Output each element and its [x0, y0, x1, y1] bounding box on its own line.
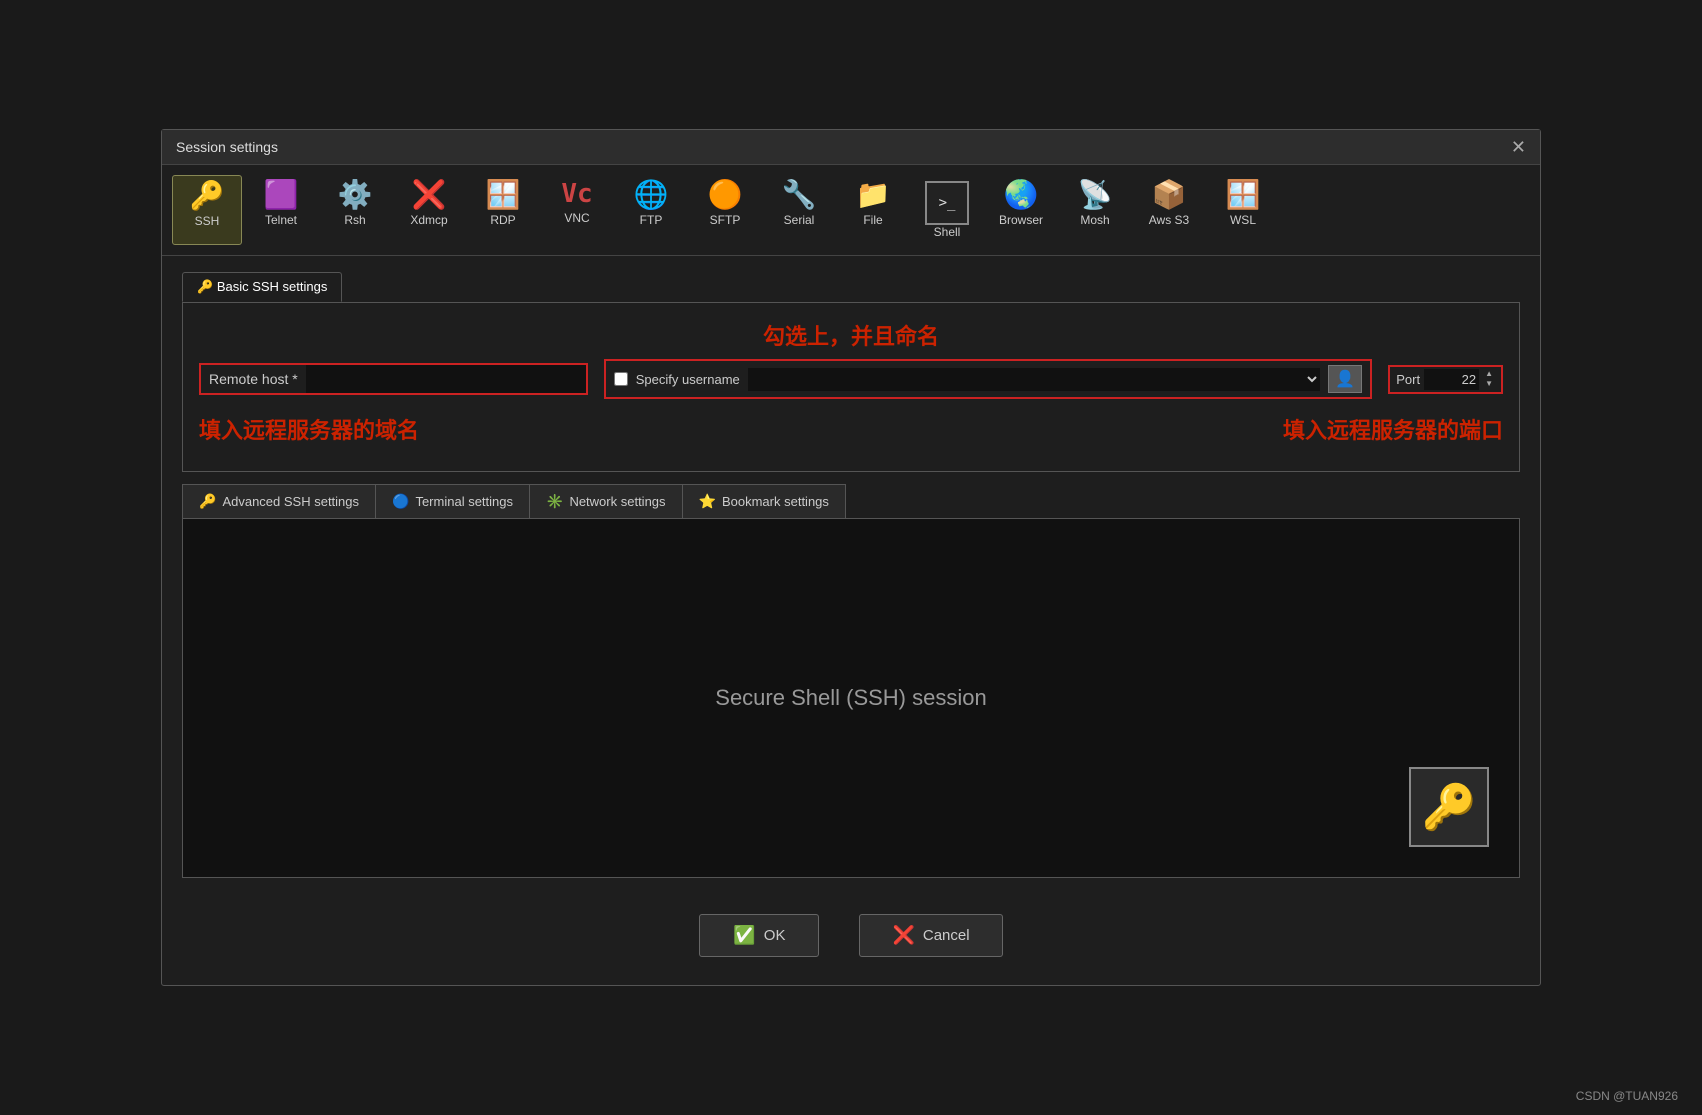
ssh-label: SSH: [195, 214, 220, 228]
browser-label: Browser: [999, 213, 1043, 227]
remote-host-input[interactable]: [306, 365, 586, 393]
bookmark-icon: ⭐: [699, 493, 716, 510]
xdmcp-icon: ❌: [412, 181, 447, 209]
toolbar-item-ssh[interactable]: 🔑 SSH: [172, 175, 242, 245]
awss3-label: Aws S3: [1149, 213, 1189, 227]
remote-host-label: Remote host *: [201, 365, 306, 393]
port-spinners: ▲ ▼: [1483, 370, 1495, 388]
toolbar-item-wsl[interactable]: 🪟 WSL: [1208, 175, 1278, 245]
tab-advanced-ssh[interactable]: 🔑 Advanced SSH settings: [182, 484, 375, 518]
basic-ssh-key-icon: 🔑: [197, 279, 213, 294]
dialog-title: Session settings: [176, 139, 278, 155]
tabs-row: 🔑 Advanced SSH settings 🔵 Terminal setti…: [182, 484, 1520, 518]
port-down-button[interactable]: ▼: [1483, 380, 1495, 388]
serial-icon: 🔧: [782, 181, 817, 209]
ssh-session-label: Secure Shell (SSH) session: [715, 685, 986, 711]
ok-button[interactable]: ✅ OK: [699, 914, 819, 957]
toolbar-item-file[interactable]: 📁 File: [838, 175, 908, 245]
vnc-icon: Vc: [561, 181, 592, 207]
network-settings-icon: ✳️: [546, 493, 563, 510]
toolbar-item-xdmcp[interactable]: ❌ Xdmcp: [394, 175, 464, 245]
basic-ssh-tab[interactable]: 🔑 Basic SSH settings: [182, 272, 342, 302]
watermark: CSDN @TUAN926: [1576, 1089, 1678, 1103]
titlebar: Session settings ✕: [162, 130, 1540, 165]
username-select[interactable]: [748, 368, 1321, 391]
wsl-icon: 🪟: [1226, 181, 1261, 209]
shell-terminal-icon: >_: [925, 181, 969, 225]
rdp-icon: 🪟: [486, 181, 521, 209]
port-up-button[interactable]: ▲: [1483, 370, 1495, 378]
main-content: 🔑 Basic SSH settings 勾选上，并且命名 Remote hos…: [162, 256, 1540, 894]
ssh-key-large-icon: 🔑: [1409, 767, 1489, 847]
port-input[interactable]: [1424, 369, 1479, 390]
telnet-label: Telnet: [265, 213, 297, 227]
rdp-label: RDP: [490, 213, 515, 227]
session-settings-dialog: Session settings ✕ 🔑 SSH 🟪 Telnet ⚙️ Rsh…: [161, 129, 1541, 986]
rsh-label: Rsh: [344, 213, 365, 227]
xdmcp-label: Xdmcp: [410, 213, 447, 227]
toolbar-item-telnet[interactable]: 🟪 Telnet: [246, 175, 316, 245]
close-button[interactable]: ✕: [1511, 138, 1526, 156]
sftp-label: SFTP: [710, 213, 741, 227]
remote-host-row: Remote host * Specify username 👤 Port: [199, 359, 1503, 399]
toolbar-item-sftp[interactable]: 🟠 SFTP: [690, 175, 760, 245]
wsl-label: WSL: [1230, 213, 1256, 227]
remote-host-field-wrap: Remote host *: [199, 363, 588, 395]
mosh-label: Mosh: [1080, 213, 1109, 227]
toolbar-item-rsh[interactable]: ⚙️ Rsh: [320, 175, 390, 245]
ok-label: OK: [764, 927, 786, 944]
tab-terminal-settings[interactable]: 🔵 Terminal settings: [375, 484, 529, 518]
shell-label: Shell: [934, 225, 961, 239]
serial-label: Serial: [784, 213, 815, 227]
terminal-settings-icon: 🔵: [392, 493, 409, 510]
tab-content-panel: Secure Shell (SSH) session 🔑: [182, 518, 1520, 878]
ftp-icon: 🌐: [634, 181, 669, 209]
specify-username-wrap: Specify username 👤: [604, 359, 1373, 399]
basic-ssh-section: 勾选上，并且命名 Remote host * Specify username …: [182, 302, 1520, 472]
ftp-label: FTP: [640, 213, 663, 227]
toolbar-item-browser[interactable]: 🌏 Browser: [986, 175, 1056, 245]
tab-bookmark-settings[interactable]: ⭐ Bookmark settings: [682, 484, 846, 518]
mosh-icon: 📡: [1078, 181, 1113, 209]
advanced-ssh-icon: 🔑: [199, 493, 216, 510]
telnet-icon: 🟪: [264, 181, 299, 209]
toolbar: 🔑 SSH 🟪 Telnet ⚙️ Rsh ❌ Xdmcp 🪟 RDP Vc V…: [162, 165, 1540, 256]
ok-icon: ✅: [733, 925, 755, 946]
port-label: Port: [1396, 372, 1420, 387]
ssh-icon: 🔑: [190, 182, 225, 210]
browser-icon: 🌏: [1004, 181, 1039, 209]
tab-network-settings[interactable]: ✳️ Network settings: [529, 484, 682, 518]
file-icon: 📁: [856, 181, 891, 209]
cancel-button[interactable]: ❌ Cancel: [859, 914, 1002, 957]
cancel-label: Cancel: [923, 927, 970, 944]
port-wrap: Port ▲ ▼: [1388, 365, 1503, 394]
toolbar-item-rdp[interactable]: 🪟 RDP: [468, 175, 538, 245]
toolbar-item-mosh[interactable]: 📡 Mosh: [1060, 175, 1130, 245]
annotation-check: 勾选上，并且命名: [763, 324, 939, 349]
file-label: File: [863, 213, 882, 227]
toolbar-item-ftp[interactable]: 🌐 FTP: [616, 175, 686, 245]
toolbar-item-shell[interactable]: >_ Shell: [912, 175, 982, 245]
annotations-row: 填入远程服务器的域名 填入远程服务器的端口: [199, 407, 1503, 455]
rsh-icon: ⚙️: [338, 181, 373, 209]
specify-username-checkbox[interactable]: [614, 372, 628, 386]
cancel-icon: ❌: [892, 925, 914, 946]
toolbar-item-awss3[interactable]: 📦 Aws S3: [1134, 175, 1204, 245]
sftp-icon: 🟠: [708, 181, 743, 209]
footer: ✅ OK ❌ Cancel: [162, 894, 1540, 985]
section-tab-bar: 🔑 Basic SSH settings: [182, 272, 1520, 302]
specify-username-label: Specify username: [636, 372, 740, 387]
vnc-label: VNC: [564, 211, 589, 225]
toolbar-item-serial[interactable]: 🔧 Serial: [764, 175, 834, 245]
annotation-port: 填入远程服务器的端口: [1283, 413, 1503, 445]
awss3-icon: 📦: [1152, 181, 1187, 209]
user-manager-button[interactable]: 👤: [1328, 365, 1362, 393]
toolbar-item-vnc[interactable]: Vc VNC: [542, 175, 612, 245]
annotation-domain: 填入远程服务器的域名: [199, 413, 419, 445]
